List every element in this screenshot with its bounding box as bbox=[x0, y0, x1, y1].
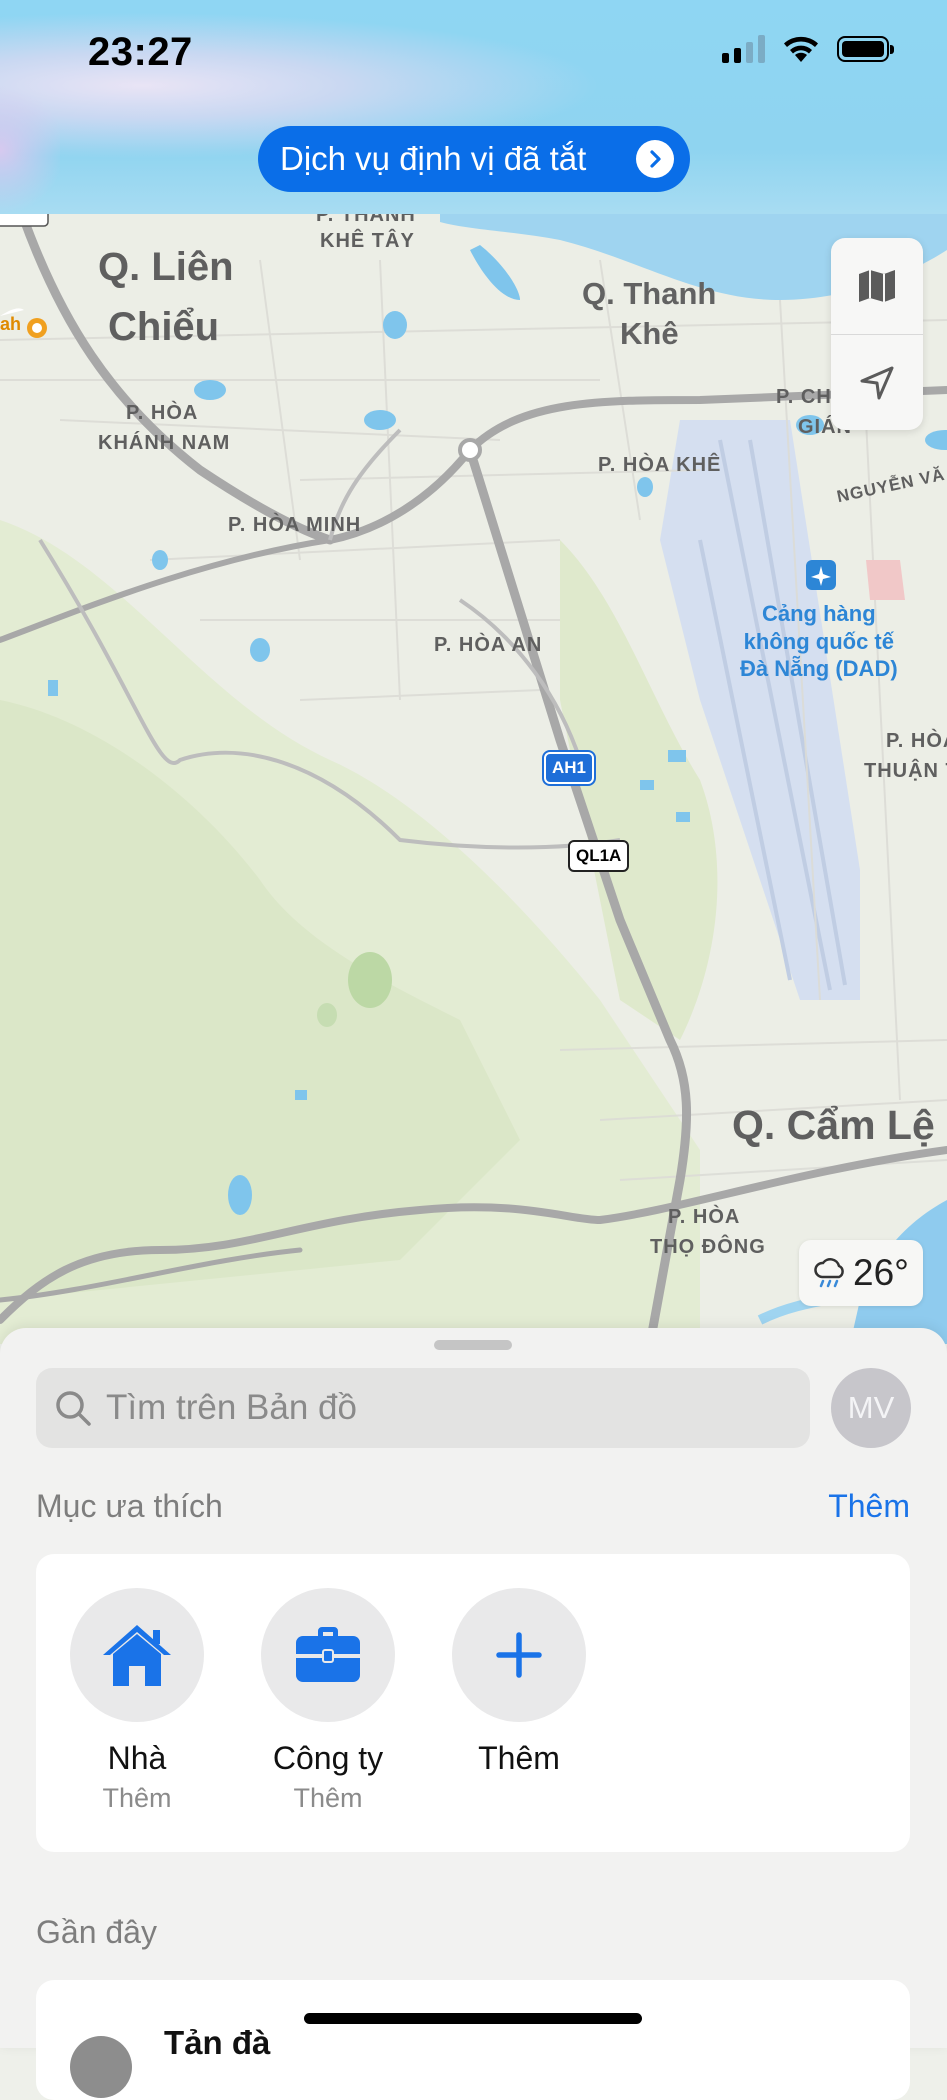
ward-label: P. HÒA MINH bbox=[228, 514, 362, 536]
bottom-sheet[interactable]: Tìm trên Bản đồ MV Mục ưa thích Thêm Nhà… bbox=[0, 1328, 947, 2100]
cloud-rain-icon bbox=[814, 1258, 844, 1288]
recent-title: Gần đây bbox=[36, 1914, 157, 1950]
ward-label: P. THANH bbox=[316, 214, 416, 226]
chevron-right-icon bbox=[636, 140, 674, 178]
favorite-icon-circle bbox=[261, 1588, 395, 1722]
ward-label: P. HÒA AN bbox=[434, 634, 543, 656]
location-arrow-icon bbox=[860, 366, 894, 400]
battery-icon bbox=[837, 36, 894, 62]
location-banner-label: Dịch vụ định vị đã tắt bbox=[280, 140, 587, 177]
district-label: Q. Thanh bbox=[582, 276, 717, 311]
favorite-subtitle: Thêm bbox=[102, 1783, 172, 1813]
sheet-grabber[interactable] bbox=[434, 1340, 512, 1350]
map-controls bbox=[831, 238, 923, 430]
favorite-icon-circle bbox=[70, 1588, 204, 1722]
airport-label-line: Đà Nẵng (DAD) bbox=[740, 656, 898, 681]
favorite-name: Thêm bbox=[478, 1740, 560, 1776]
favorites-card: Nhà Thêm Công ty Thêm Thêm bbox=[36, 1554, 910, 1852]
plus-icon bbox=[496, 1632, 542, 1678]
ward-label: THUẬN T bbox=[864, 760, 947, 782]
wifi-icon bbox=[784, 36, 818, 62]
highway-shield-ql1a: QL1A bbox=[568, 840, 630, 872]
airport-label: Cảng hàng không quốc tế Đà Nẵng (DAD) bbox=[740, 600, 898, 683]
cellular-signal-icon bbox=[722, 35, 765, 63]
favorite-subtitle: Thêm bbox=[293, 1783, 363, 1813]
status-icons bbox=[722, 34, 894, 64]
map-icon bbox=[859, 270, 895, 302]
airport-label-line: Cảng hàng bbox=[762, 601, 876, 626]
recent-place-icon bbox=[70, 2036, 132, 2098]
ward-label: P. HÒA bbox=[886, 730, 947, 752]
status-time: 23:27 bbox=[88, 30, 193, 74]
favorite-work[interactable]: Công ty Thêm bbox=[248, 1588, 408, 1814]
search-icon bbox=[56, 1391, 91, 1426]
status-bar: 23:27 Dịch vụ định vị đã tắt bbox=[0, 0, 947, 220]
search-bar[interactable]: Tìm trên Bản đồ bbox=[36, 1368, 810, 1448]
ward-label: P. HÒA bbox=[126, 402, 199, 424]
airport-label-line: không quốc tế bbox=[743, 628, 894, 654]
background-blur bbox=[0, 80, 60, 220]
avatar[interactable]: MV bbox=[831, 1368, 911, 1448]
favorite-add[interactable]: Thêm bbox=[439, 1588, 599, 1777]
map-view[interactable]: ah P. THANH KHÊ TÂY Q. Liên Chiểu Q. Tha… bbox=[0, 214, 947, 1344]
favorite-home[interactable]: Nhà Thêm bbox=[57, 1588, 217, 1814]
recent-item-title: Tản đà bbox=[164, 2024, 271, 2061]
briefcase-icon bbox=[296, 1627, 360, 1682]
favorite-name: Nhà bbox=[107, 1740, 167, 1776]
ward-label: KHÁNH NAM bbox=[98, 432, 231, 454]
favorites-more-button[interactable]: Thêm bbox=[828, 1488, 910, 1525]
location-services-banner[interactable]: Dịch vụ định vị đã tắt bbox=[258, 126, 690, 192]
favorites-title: Mục ưa thích bbox=[36, 1488, 223, 1524]
ward-label: THỌ ĐÔNG bbox=[650, 1236, 766, 1258]
district-label: Q. Liên bbox=[98, 245, 234, 289]
weather-temperature: 26° bbox=[853, 1252, 909, 1293]
district-label: Q. Cẩm Lệ bbox=[732, 1102, 935, 1148]
district-label: Chiểu bbox=[108, 305, 220, 349]
map-canvas bbox=[0, 214, 947, 1344]
house-icon bbox=[103, 1625, 171, 1686]
ward-label: KHÊ TÂY bbox=[320, 230, 415, 252]
ward-label: P. HÒA KHÊ bbox=[598, 454, 722, 476]
map-mode-button[interactable] bbox=[831, 238, 923, 334]
highway-shield-ah1: AH1 bbox=[544, 752, 595, 784]
favorite-name: Công ty bbox=[272, 1740, 384, 1776]
recent-list: Tản đà bbox=[36, 1980, 910, 2100]
search-placeholder: Tìm trên Bản đồ bbox=[106, 1388, 357, 1427]
weather-badge[interactable]: 26° bbox=[799, 1240, 923, 1306]
current-location-button[interactable] bbox=[831, 335, 923, 431]
poi-edge-label: ah bbox=[0, 314, 22, 334]
ward-label: P. HÒA bbox=[668, 1206, 741, 1228]
district-label: Khê bbox=[620, 316, 679, 351]
home-indicator[interactable] bbox=[304, 2013, 642, 2024]
favorite-icon-circle bbox=[452, 1588, 586, 1722]
ward-label: P. CH bbox=[776, 386, 832, 408]
